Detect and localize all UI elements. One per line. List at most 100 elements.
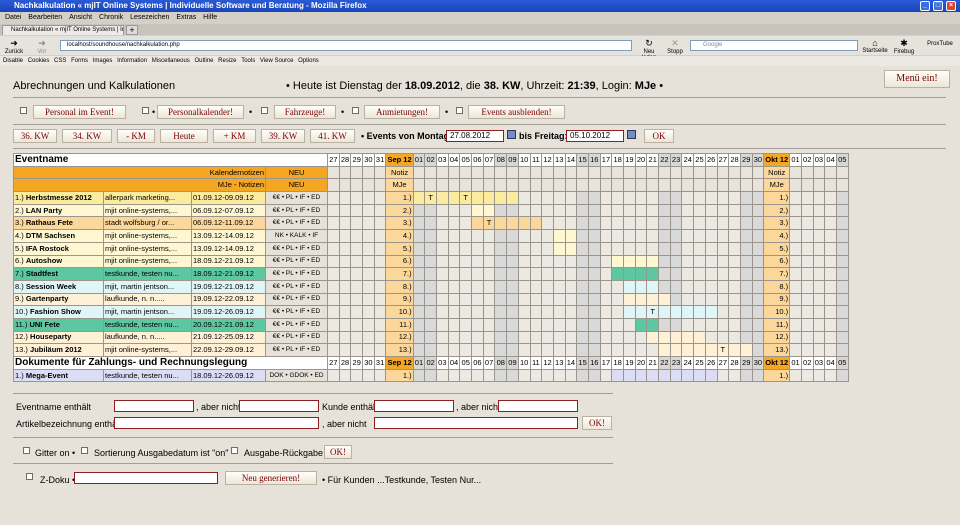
day-cell[interactable] [338,191,352,205]
day-cell[interactable] [506,216,519,231]
day-cell[interactable] [835,317,849,332]
day-cell[interactable] [587,203,601,218]
day-cell[interactable] [517,203,531,218]
day-cell[interactable] [728,330,741,345]
dev-miscellaneous[interactable]: Miscellaneous [152,58,190,64]
event-name[interactable]: 13.) Jubiläum 2012 [13,343,104,357]
day-cell[interactable] [623,292,636,307]
day-cell[interactable] [623,267,636,281]
day-cell[interactable] [681,216,695,231]
day-cell[interactable] [623,317,636,332]
day-cell[interactable] [611,317,624,332]
day-cell[interactable] [646,203,660,218]
day-cell[interactable] [599,191,613,205]
dev-information[interactable]: Information [117,58,147,64]
day-cell[interactable] [751,292,765,307]
day-cell[interactable] [611,330,624,345]
day-cell[interactable] [824,368,837,383]
day-cell[interactable] [350,279,364,294]
day-cell[interactable] [362,343,375,357]
day-cell[interactable] [824,229,837,243]
anmietungen-button[interactable]: Anmietungen! [364,105,440,119]
day-cell[interactable] [728,191,741,205]
day-cell[interactable] [693,191,706,205]
day-cell[interactable] [327,229,340,243]
day-cell[interactable] [447,254,461,269]
day-cell[interactable] [824,191,837,205]
day-cell[interactable] [494,368,508,383]
day-cell[interactable] [611,241,624,256]
event-row[interactable]: 12.) Houseparty laufkunde, n. n..... 21.09… [13,330,849,345]
day-cell[interactable] [669,317,683,332]
day-cell[interactable] [424,343,437,357]
day-cell[interactable] [800,343,814,357]
neu-badge[interactable]: NEU [265,178,328,193]
day-cell[interactable] [564,330,578,345]
day-cell[interactable] [835,292,849,307]
day-cell[interactable] [529,343,543,357]
day-cell[interactable] [751,305,765,319]
event-row[interactable]: 2.) LAN Party mjit online-systems,... 06.0… [13,203,849,218]
day-cell[interactable] [517,292,531,307]
day-cell[interactable] [436,343,449,357]
event-row[interactable]: 1.) Mega-Event testkunde, testen nu... 18.… [13,368,849,383]
day-cell[interactable] [599,292,613,307]
day-cell[interactable] [646,191,660,205]
day-cell[interactable] [552,191,566,205]
day-cell[interactable] [599,254,613,269]
proxtube-button[interactable]: ProxTube [922,41,958,47]
day-cell[interactable] [611,203,624,218]
day-cell[interactable] [716,191,730,205]
day-cell[interactable] [338,279,352,294]
stop-button[interactable]: ✕ Stopp [664,38,686,55]
day-cell[interactable] [576,343,589,357]
day-cell[interactable] [634,317,648,332]
day-cell[interactable] [552,305,566,319]
day-cell[interactable] [646,330,660,345]
day-cell[interactable] [739,292,753,307]
day-cell[interactable] [541,343,554,357]
day-cell[interactable] [494,343,508,357]
day-cell[interactable] [739,191,753,205]
day-cell[interactable] [350,343,364,357]
day-cell[interactable] [728,216,741,231]
event-row[interactable]: 8.) Session Week mjit, martin jentson... 1… [13,279,849,294]
day-cell[interactable] [681,368,695,383]
day-cell[interactable] [658,241,671,256]
day-cell[interactable] [541,267,554,281]
day-cell[interactable] [373,254,387,269]
day-cell[interactable] [552,330,566,345]
day-cell[interactable] [634,229,648,243]
day-cell[interactable] [716,279,730,294]
day-cell[interactable] [693,317,706,332]
day-cell[interactable] [436,305,449,319]
day-cell[interactable] [564,216,578,231]
day-cell[interactable] [338,254,352,269]
day-cell[interactable] [327,254,340,269]
day-cell[interactable] [459,317,473,332]
day-cell[interactable] [646,317,660,332]
rueckgabe-checkbox[interactable] [231,447,238,454]
day-cell[interactable] [362,292,375,307]
day-cell[interactable] [412,305,426,319]
day-cell[interactable] [529,229,543,243]
day-cell[interactable] [824,292,837,307]
day-cell[interactable] [812,229,826,243]
day-cell[interactable] [541,292,554,307]
day-cell[interactable] [800,368,814,383]
day-cell[interactable] [529,241,543,256]
event-flags[interactable]: €€ • PL • IF • ED [265,317,328,332]
day-cell[interactable] [693,292,706,307]
day-cell[interactable] [728,368,741,383]
day-cell[interactable] [338,216,352,231]
day-cell[interactable] [471,267,484,281]
day-cell[interactable] [327,317,340,332]
day-cell[interactable] [424,330,437,345]
day-cell[interactable] [529,203,543,218]
day-cell[interactable] [704,292,718,307]
day-cell[interactable] [658,279,671,294]
day-cell[interactable] [800,191,814,205]
today-button[interactable]: Heute [160,129,208,143]
day-cell[interactable] [789,216,802,231]
event-name[interactable]: 10.) Fashion Show [13,305,104,319]
